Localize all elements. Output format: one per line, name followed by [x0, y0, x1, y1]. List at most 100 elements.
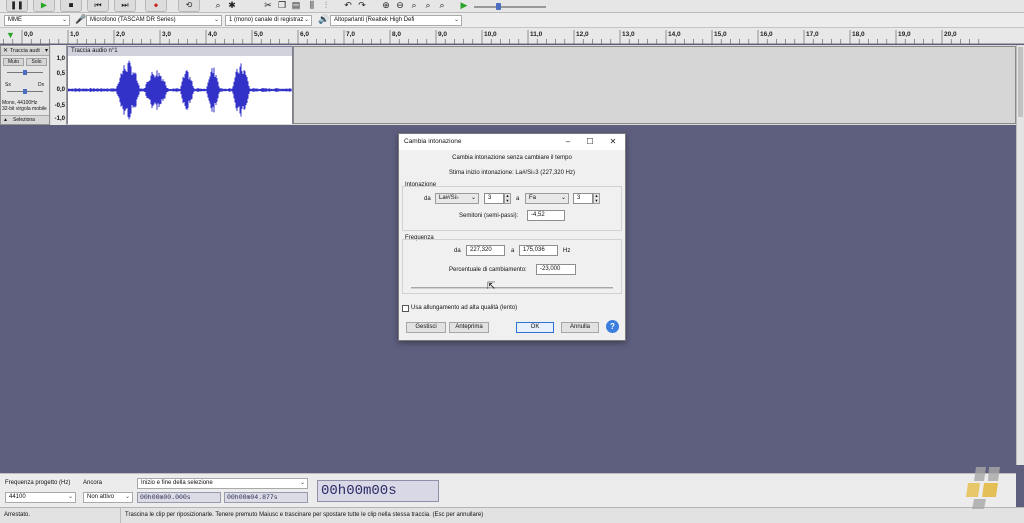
skip-start-button[interactable]: ⏮ — [87, 0, 109, 12]
zoom-toggle-icon[interactable]: ⌕ — [436, 0, 448, 12]
loop-icon: ⟲ — [185, 0, 193, 10]
selection-toolbar: Frequenza progetto (Hz) 44100 ⌄ Ancora No… — [0, 473, 1016, 507]
high-quality-checkbox[interactable] — [402, 305, 409, 312]
zoom-in-icon[interactable]: ⊕ — [380, 0, 392, 12]
ruler-tick-label: 13,0 — [622, 31, 635, 38]
manage-button[interactable]: Gestisci — [406, 322, 446, 333]
skip-end-button[interactable]: ⏭ — [114, 0, 136, 12]
clip-title[interactable]: Traccia audio n°1 — [68, 47, 292, 56]
channels-select[interactable]: 1 (mono) canale di registraz ⌄ — [225, 15, 312, 26]
selection-mode-select[interactable]: Inizio e fine della selezione ⌄ — [137, 478, 308, 489]
scale-label: 1,0 — [56, 56, 65, 62]
speaker-icon: 🔊 — [318, 14, 330, 24]
ruler-tick-label: 6,0 — [300, 31, 310, 38]
ruler-tick-label: 5,0 — [254, 31, 264, 38]
to-octave-stepper[interactable]: ▲ ▼ — [593, 193, 600, 204]
audio-position-time[interactable]: 00h00m00s — [317, 480, 439, 502]
ruler-tick-label: 8,0 — [392, 31, 402, 38]
freq-to-label: a — [511, 248, 515, 254]
pan-right-label: Dx — [38, 82, 45, 88]
selection-end-time[interactable]: 00h00m04.877s — [224, 492, 308, 503]
to-note-select[interactable]: Fa ⌄ — [525, 193, 569, 204]
close-icon[interactable]: ✕ — [602, 134, 624, 150]
ruler-tick-label: 16,0 — [760, 31, 773, 38]
paste-icon[interactable]: ▤ — [290, 0, 302, 12]
record-button[interactable]: ● — [145, 0, 167, 12]
snap-select[interactable]: Non attivo ⌄ — [83, 492, 133, 503]
close-icon[interactable]: ✕ — [3, 47, 8, 54]
stop-button[interactable]: ■ — [60, 0, 82, 12]
empty-track-region[interactable] — [293, 46, 1016, 124]
chevron-down-icon: ⌄ — [67, 494, 73, 500]
gain-thumb[interactable] — [23, 70, 27, 75]
change-pitch-dialog: Cambia intonazione – ☐ ✕ Cambia intonazi… — [398, 133, 626, 341]
audio-host-select[interactable]: MME ⌄ — [4, 15, 70, 26]
cursor-icon: ⇱ — [487, 281, 496, 292]
pause-icon: ❚❚ — [10, 0, 24, 10]
play-speed-slider[interactable] — [474, 3, 546, 10]
copy-icon[interactable]: ❐ — [276, 0, 288, 12]
fit-selection-icon[interactable]: ⌕ — [408, 0, 420, 12]
vertical-scrollbar[interactable] — [1016, 45, 1024, 465]
ok-button[interactable]: OK — [516, 322, 554, 333]
ruler-tick-label: 10,0 — [484, 31, 497, 38]
maximize-icon[interactable]: ☐ — [579, 134, 601, 150]
selection-start-time[interactable]: 00h00m00.000s — [137, 492, 221, 503]
pan-slider[interactable] — [7, 89, 43, 94]
multi-tool-icon[interactable]: ✱ — [226, 0, 238, 12]
chevron-down-icon: ⌄ — [124, 494, 130, 500]
loop-button[interactable]: ⟲ — [178, 0, 200, 12]
percent-input[interactable]: -23,000 — [536, 264, 576, 275]
selection-mode-value: Inizio e fine della selezione — [141, 480, 213, 486]
timeline-ruler[interactable]: ▼ 1,00,01,02,03,04,05,06,07,08,09,010,01… — [0, 28, 1024, 44]
play-button[interactable]: ▶ — [33, 0, 55, 12]
freq-to-input[interactable]: 175,036 — [519, 245, 558, 256]
chevron-down-icon: ⌄ — [453, 17, 459, 23]
cut-icon[interactable]: ✂ — [262, 0, 274, 12]
clip-waveform-area[interactable] — [67, 56, 292, 124]
collapse-icon[interactable]: ▲ — [3, 116, 8, 125]
chevron-down-icon: ⌄ — [303, 17, 309, 23]
from-octave-stepper[interactable]: ▲ ▼ — [504, 193, 511, 204]
semitones-input[interactable]: -4,52 — [527, 210, 565, 221]
skip-end-icon: ⏭ — [121, 0, 129, 10]
freq-from-input[interactable]: 227,320 — [466, 245, 505, 256]
gain-slider[interactable] — [7, 70, 43, 75]
help-icon[interactable]: ? — [606, 320, 619, 333]
chevron-down-icon[interactable]: ▾ — [45, 47, 48, 54]
pan-thumb[interactable] — [23, 89, 27, 94]
scrollbar-thumb[interactable] — [1018, 47, 1023, 117]
cancel-button[interactable]: Annulla — [561, 322, 599, 333]
zoom-out-icon[interactable]: ⊖ — [394, 0, 406, 12]
waveform — [67, 60, 292, 120]
to-octave-spinner[interactable]: 3 — [573, 193, 593, 204]
scale-label: -1,0 — [54, 116, 65, 122]
percent-slider[interactable] — [411, 287, 613, 289]
silence-icon[interactable]: ⫶ — [320, 0, 332, 12]
play-speed-thumb[interactable] — [496, 3, 501, 10]
track-name[interactable]: Traccia audi — [10, 48, 40, 54]
solo-button[interactable]: Solo — [26, 58, 47, 66]
track-header[interactable]: ✕ Traccia audi ▾ — [1, 47, 49, 56]
play-at-speed-icon[interactable]: ▶ — [458, 0, 470, 12]
project-rate-select[interactable]: 44100 ⌄ — [5, 492, 76, 503]
redo-icon[interactable]: ↷ — [356, 0, 368, 12]
status-state: Arrestato. — [0, 508, 121, 523]
from-note-select[interactable]: La#/Si♭ ⌄ — [435, 193, 479, 204]
select-track-button[interactable]: ▲ Seleziona — [1, 115, 49, 124]
fit-project-icon[interactable]: ⌕ — [422, 0, 434, 12]
playback-device-select[interactable]: Altoparlanti (Realtek High Defi ⌄ — [330, 15, 462, 26]
mute-button[interactable]: Muto — [3, 58, 24, 66]
high-quality-label[interactable]: Usa allungamento ad alta qualità (lento) — [411, 305, 517, 311]
vertical-scale: 1,0 0,5 0,0 -0,5 -1,0 — [51, 45, 67, 125]
undo-icon[interactable]: ↶ — [342, 0, 354, 12]
pause-button[interactable]: ❚❚ — [6, 0, 28, 12]
transport-toolbar: ❚❚ ▶ ■ ⏮ ⏭ ● ⟲ ⌕ ✱ ✂ ❐ ▤ ⫼ ⫶ ↶ ↷ ⊕ ⊖ ⌕ ⌕… — [0, 0, 1024, 13]
from-octave-spinner[interactable]: 3 — [484, 193, 504, 204]
preview-button[interactable]: Anteprima — [449, 322, 489, 333]
audio-clip[interactable]: Traccia audio n°1 — [67, 46, 293, 124]
trim-icon[interactable]: ⫼ — [306, 0, 318, 12]
minimize-icon[interactable]: – — [557, 134, 579, 150]
recording-device-select[interactable]: Microfono (TASCAM DR Series) ⌄ — [86, 15, 222, 26]
zoom-icon[interactable]: ⌕ — [212, 0, 224, 12]
